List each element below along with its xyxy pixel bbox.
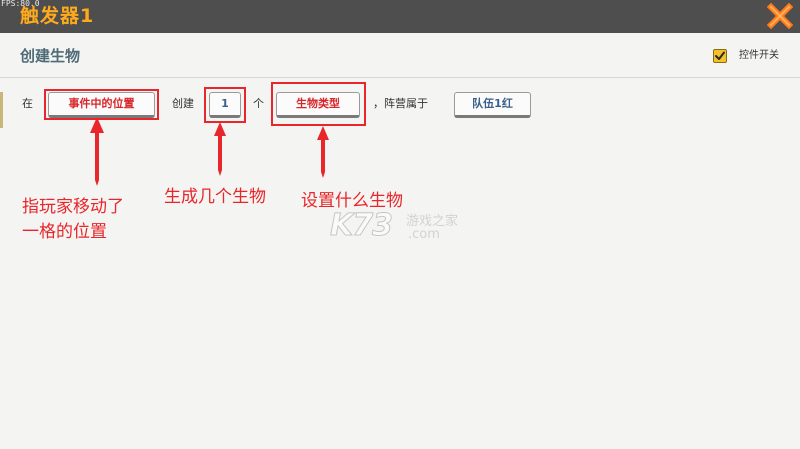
- arrow-up-icon: [214, 122, 226, 176]
- watermark-brand: K73: [330, 208, 394, 244]
- location-annotation-line2: 一格的位置: [22, 222, 107, 242]
- location-annotation-line1: 指玩家移动了: [22, 197, 124, 217]
- watermark-domain: .com: [408, 227, 440, 242]
- arrow-up-icon: [317, 126, 329, 178]
- annotation-arrows: [90, 117, 329, 186]
- count-annotation: 生成几个生物: [164, 187, 266, 207]
- arrow-up-icon: [90, 117, 104, 186]
